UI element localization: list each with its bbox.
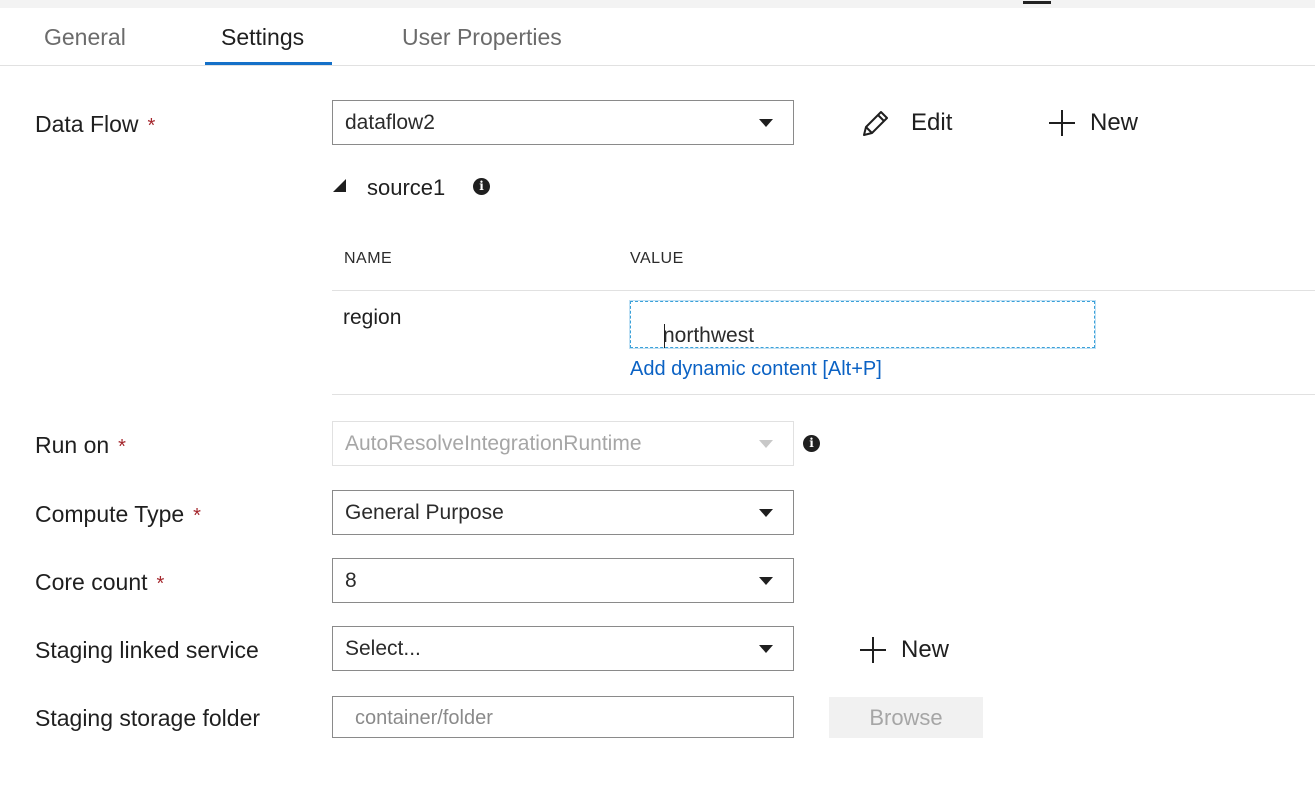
plus-icon bbox=[1049, 110, 1075, 136]
run-on-select: AutoResolveIntegrationRuntime bbox=[332, 421, 794, 466]
compute-type-select[interactable]: General Purpose bbox=[332, 490, 794, 535]
core-count-select[interactable]: 8 bbox=[332, 558, 794, 603]
staging-linked-service-select[interactable]: Select... bbox=[332, 626, 794, 671]
run-on-label-text: Run on bbox=[35, 432, 110, 458]
browse-button: Browse bbox=[829, 697, 983, 738]
param-value-text: northwest bbox=[663, 324, 755, 347]
param-value-input[interactable]: northwest bbox=[629, 300, 1096, 349]
data-flow-label-text: Data Flow bbox=[35, 111, 139, 137]
data-flow-select-value: dataflow2 bbox=[345, 111, 435, 134]
plus-icon bbox=[860, 637, 886, 663]
compute-type-select-value: General Purpose bbox=[345, 501, 504, 524]
add-dynamic-content-link[interactable]: Add dynamic content [Alt+P] bbox=[630, 358, 882, 381]
required-marker: * bbox=[147, 115, 156, 137]
core-count-label-text: Core count bbox=[35, 569, 148, 595]
info-icon[interactable]: i bbox=[473, 178, 490, 195]
compute-type-label: Compute Type * bbox=[35, 501, 201, 528]
chevron-down-icon bbox=[759, 577, 773, 585]
chevron-down-icon bbox=[759, 440, 773, 448]
tab-settings[interactable]: Settings bbox=[221, 24, 304, 51]
core-count-select-value: 8 bbox=[345, 569, 357, 592]
edit-label: Edit bbox=[911, 109, 953, 136]
staging-storage-folder-placeholder: container/folder bbox=[355, 707, 493, 729]
chevron-down-icon bbox=[759, 119, 773, 127]
required-marker: * bbox=[118, 436, 126, 458]
run-on-label: Run on * bbox=[35, 432, 126, 459]
column-header-name: NAME bbox=[344, 250, 393, 267]
text-cursor bbox=[664, 324, 665, 348]
table-header-divider bbox=[332, 290, 1315, 291]
tab-bar: General Settings User Properties bbox=[0, 8, 1315, 66]
staging-linked-service-select-value: Select... bbox=[345, 637, 421, 660]
chevron-down-icon bbox=[759, 645, 773, 653]
info-icon[interactable]: i bbox=[803, 435, 820, 452]
collapse-triangle-icon[interactable] bbox=[333, 179, 346, 192]
window-minimize-mark[interactable] bbox=[1023, 1, 1051, 4]
tab-general[interactable]: General bbox=[44, 24, 126, 51]
chevron-down-icon bbox=[759, 509, 773, 517]
staging-storage-folder-input[interactable]: container/folder bbox=[332, 696, 794, 738]
run-on-select-value: AutoResolveIntegrationRuntime bbox=[345, 432, 642, 455]
new-label: New bbox=[901, 636, 950, 663]
top-bar bbox=[0, 0, 1315, 8]
data-flow-select[interactable]: dataflow2 bbox=[332, 100, 794, 145]
data-flow-label: Data Flow * bbox=[35, 111, 155, 138]
staging-linked-service-label: Staging linked service bbox=[35, 637, 259, 663]
compute-type-label-text: Compute Type bbox=[35, 501, 185, 527]
required-marker: * bbox=[156, 573, 165, 595]
table-bottom-divider bbox=[332, 394, 1315, 395]
new-label: New bbox=[1090, 109, 1139, 136]
active-tab-indicator bbox=[205, 62, 332, 65]
source-name: source1 bbox=[367, 175, 446, 200]
staging-storage-folder-label: Staging storage folder bbox=[35, 705, 261, 731]
pencil-icon bbox=[863, 111, 888, 136]
core-count-label: Core count * bbox=[35, 569, 164, 596]
column-header-value: VALUE bbox=[630, 250, 684, 267]
tab-user-properties[interactable]: User Properties bbox=[402, 24, 562, 51]
required-marker: * bbox=[193, 505, 201, 527]
param-name-region: region bbox=[343, 306, 402, 329]
